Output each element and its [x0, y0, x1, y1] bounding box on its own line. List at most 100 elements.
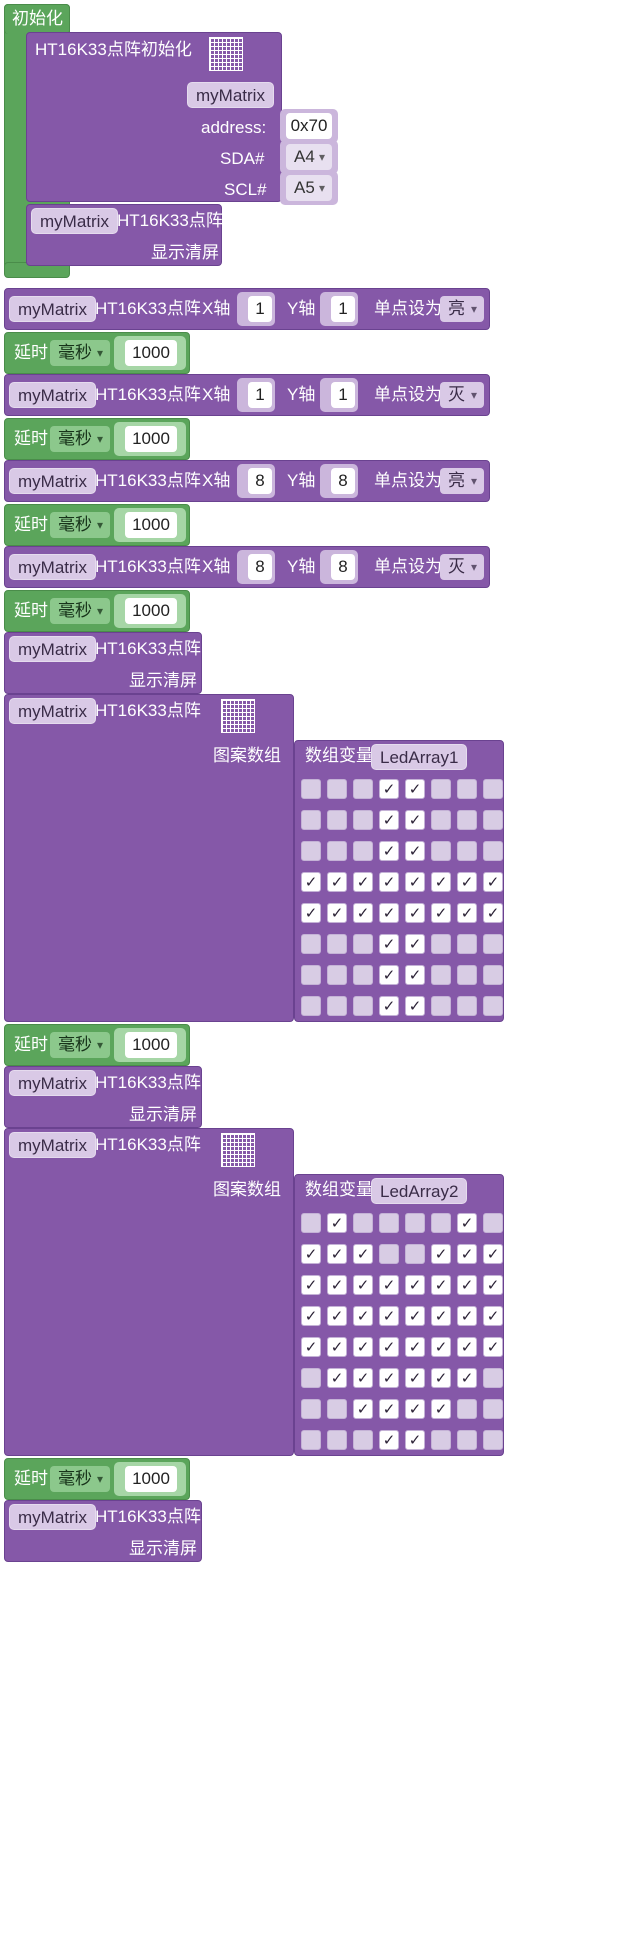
led-cell-checkbox[interactable]: ✓ [405, 841, 425, 861]
led-cell-checkbox[interactable] [483, 779, 503, 799]
led-cell-checkbox[interactable]: ✓ [379, 903, 399, 923]
led-cell-checkbox[interactable] [431, 779, 451, 799]
led-cell-checkbox[interactable]: ✓ [405, 1275, 425, 1295]
matrix-var-field[interactable]: myMatrix [9, 1132, 96, 1158]
led-cell-checkbox[interactable]: ✓ [379, 810, 399, 830]
led-cell-checkbox[interactable]: ✓ [327, 1244, 347, 1264]
led-cell-checkbox[interactable]: ✓ [301, 1244, 321, 1264]
led-cell-checkbox[interactable]: ✓ [301, 1275, 321, 1295]
led-cell-checkbox[interactable] [457, 810, 477, 830]
led-cell-checkbox[interactable]: ✓ [457, 1337, 477, 1357]
led-cell-checkbox[interactable]: ✓ [327, 903, 347, 923]
matrix-var-field[interactable]: myMatrix [9, 296, 96, 322]
led-cell-checkbox[interactable]: ✓ [353, 1306, 373, 1326]
clear-screen-block[interactable]: myMatrix HT16K33点阵 显示清屏 [4, 1066, 202, 1128]
clear-screen-block[interactable]: myMatrix HT16K33点阵 显示清屏 [4, 632, 202, 694]
led-cell-checkbox[interactable]: ✓ [431, 1275, 451, 1295]
delay-unit-dropdown[interactable]: 毫秒 [50, 1032, 110, 1058]
led-cell-checkbox[interactable]: ✓ [353, 872, 373, 892]
pattern-block[interactable]: myMatrix HT16K33点阵 图案数组 [4, 694, 294, 1022]
led-cell-checkbox[interactable] [301, 1213, 321, 1233]
led-cell-checkbox[interactable] [301, 934, 321, 954]
delay-input[interactable]: 1000 [125, 340, 177, 366]
delay-input[interactable]: 1000 [125, 598, 177, 624]
led-cell-checkbox[interactable]: ✓ [405, 903, 425, 923]
pixel-state-dropdown[interactable]: 亮 [440, 468, 484, 494]
led-cell-checkbox[interactable]: ✓ [301, 872, 321, 892]
delay-unit-dropdown[interactable]: 毫秒 [50, 340, 110, 366]
led-cell-checkbox[interactable]: ✓ [353, 1244, 373, 1264]
led-cell-checkbox[interactable] [457, 841, 477, 861]
led-cell-checkbox[interactable]: ✓ [379, 996, 399, 1016]
led-cell-checkbox[interactable] [353, 841, 373, 861]
array-name-field[interactable]: LedArray1 [371, 744, 468, 770]
y-input[interactable]: 1 [331, 382, 355, 408]
led-cell-checkbox[interactable]: ✓ [353, 1368, 373, 1388]
led-cell-checkbox[interactable]: ✓ [301, 1306, 321, 1326]
led-cell-checkbox[interactable]: ✓ [327, 1213, 347, 1233]
led-cell-checkbox[interactable]: ✓ [457, 872, 477, 892]
led-cell-checkbox[interactable]: ✓ [457, 1244, 477, 1264]
array-variable-block[interactable]: 数组变量 LedArray1 ✓ ✓ ✓ ✓ ✓ ✓ ✓ ✓ ✓ ✓ ✓ ✓ ✓ ✓ ✓ ✓ ✓ ✓ ✓ ✓ ✓ ✓ ✓ ✓ ✓… [294, 740, 504, 1022]
led-cell-checkbox[interactable]: ✓ [301, 1337, 321, 1357]
led-cell-checkbox[interactable]: ✓ [431, 1337, 451, 1357]
led-cell-checkbox[interactable] [431, 841, 451, 861]
led-cell-checkbox[interactable] [457, 934, 477, 954]
led-cell-checkbox[interactable]: ✓ [483, 1244, 503, 1264]
led-cell-checkbox[interactable] [327, 841, 347, 861]
delay-input[interactable]: 1000 [125, 1466, 177, 1492]
delay-input[interactable]: 1000 [125, 512, 177, 538]
led-cell-checkbox[interactable] [353, 1213, 373, 1233]
matrix-var-field[interactable]: myMatrix [9, 1504, 96, 1530]
delay-input[interactable]: 1000 [125, 1032, 177, 1058]
led-cell-checkbox[interactable]: ✓ [405, 779, 425, 799]
y-input[interactable]: 1 [331, 296, 355, 322]
led-cell-checkbox[interactable]: ✓ [405, 1430, 425, 1450]
led-cell-checkbox[interactable] [379, 1213, 399, 1233]
pixel-state-dropdown[interactable]: 灭 [440, 382, 484, 408]
led-cell-checkbox[interactable] [431, 1430, 451, 1450]
init-clear-block[interactable]: myMatrix HT16K33点阵 显示清屏 [26, 204, 223, 266]
led-cell-checkbox[interactable]: ✓ [327, 1275, 347, 1295]
matrix-var-field[interactable]: myMatrix [9, 468, 96, 494]
sda-dropdown[interactable]: A4 [286, 144, 332, 170]
led-cell-checkbox[interactable] [483, 1430, 503, 1450]
led-cell-checkbox[interactable] [431, 810, 451, 830]
led-cell-checkbox[interactable] [457, 779, 477, 799]
led-cell-checkbox[interactable]: ✓ [483, 1275, 503, 1295]
led-cell-checkbox[interactable]: ✓ [379, 872, 399, 892]
led-cell-checkbox[interactable]: ✓ [405, 1399, 425, 1419]
led-cell-checkbox[interactable] [327, 934, 347, 954]
led-cell-checkbox[interactable] [483, 1213, 503, 1233]
matrix-var-field[interactable]: myMatrix [9, 698, 96, 724]
delay-unit-dropdown[interactable]: 毫秒 [50, 426, 110, 452]
led-cell-checkbox[interactable] [353, 965, 373, 985]
pattern-block[interactable]: myMatrix HT16K33点阵 图案数组 [4, 1128, 294, 1456]
led-cell-checkbox[interactable] [483, 996, 503, 1016]
y-input[interactable]: 8 [331, 468, 355, 494]
led-cell-checkbox[interactable] [301, 779, 321, 799]
matrix-var-field[interactable]: myMatrix [9, 1070, 96, 1096]
led-cell-checkbox[interactable]: ✓ [379, 1430, 399, 1450]
matrix-var-field[interactable]: myMatrix [9, 554, 96, 580]
led-cell-checkbox[interactable] [431, 996, 451, 1016]
led-cell-checkbox[interactable]: ✓ [431, 872, 451, 892]
pixel-state-dropdown[interactable]: 灭 [440, 554, 484, 580]
delay-input[interactable]: 1000 [125, 426, 177, 452]
led-cell-checkbox[interactable]: ✓ [457, 1213, 477, 1233]
led-cell-checkbox[interactable] [353, 934, 373, 954]
led-cell-checkbox[interactable]: ✓ [379, 1275, 399, 1295]
led-cell-checkbox[interactable] [379, 1244, 399, 1264]
led-cell-checkbox[interactable] [431, 934, 451, 954]
led-cell-checkbox[interactable] [327, 965, 347, 985]
led-cell-checkbox[interactable]: ✓ [405, 1306, 425, 1326]
led-cell-checkbox[interactable] [483, 810, 503, 830]
scl-dropdown[interactable]: A5 [286, 175, 332, 201]
array-name-field[interactable]: LedArray2 [371, 1178, 468, 1204]
led-cell-checkbox[interactable]: ✓ [431, 1306, 451, 1326]
x-input[interactable]: 8 [248, 468, 272, 494]
led-cell-checkbox[interactable] [353, 810, 373, 830]
led-cell-checkbox[interactable]: ✓ [379, 934, 399, 954]
matrix-var-field[interactable]: myMatrix [9, 382, 96, 408]
led-cell-checkbox[interactable] [483, 841, 503, 861]
